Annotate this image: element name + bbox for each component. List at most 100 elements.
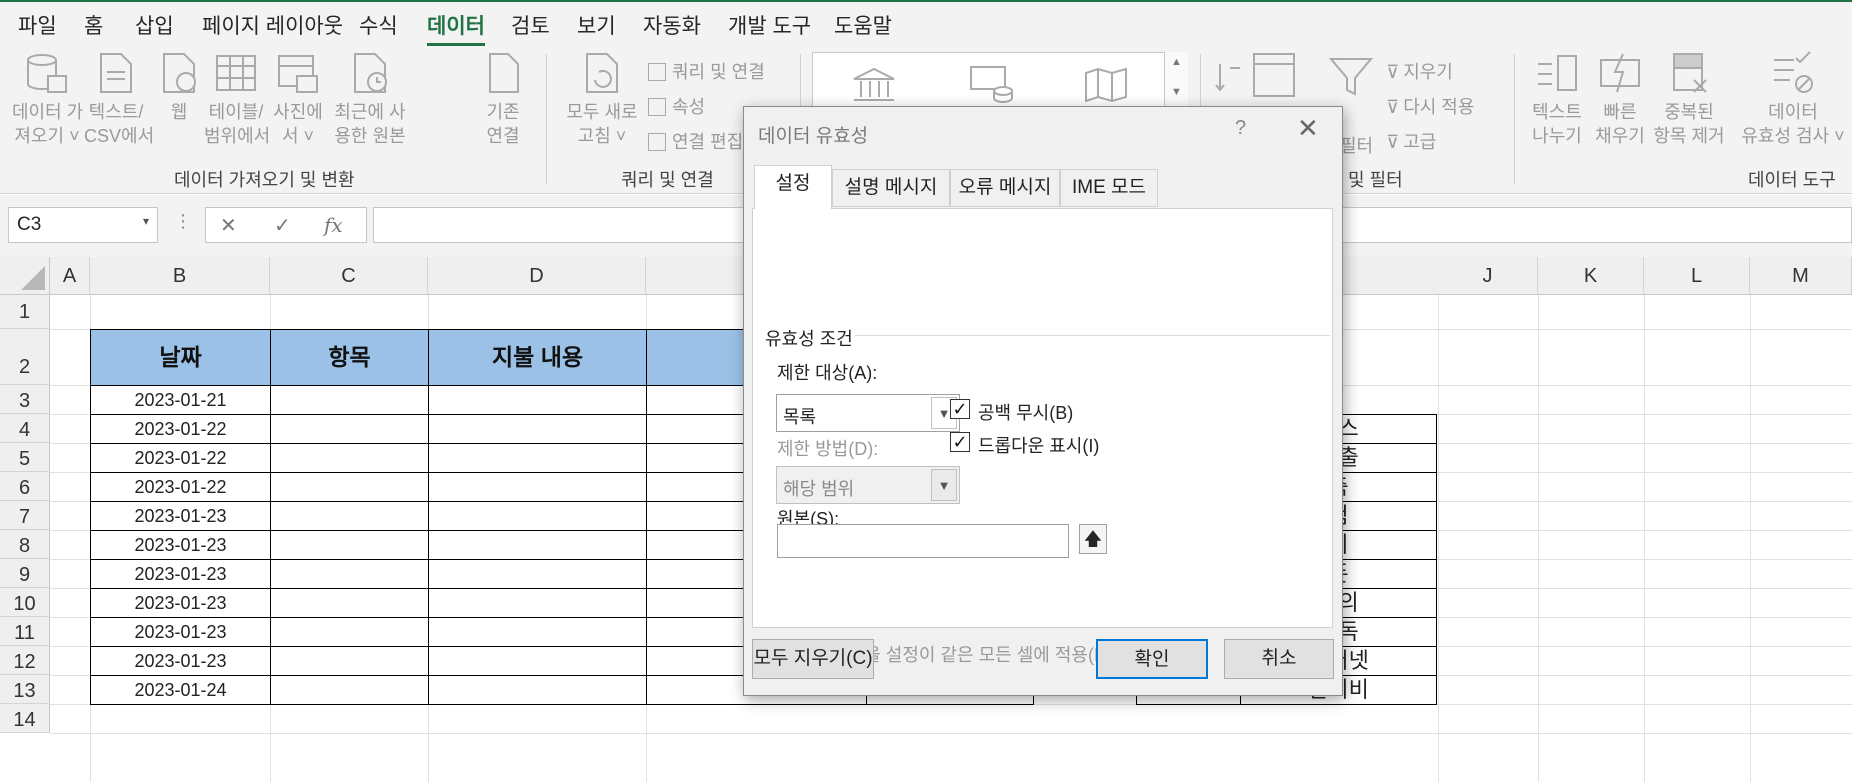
table-header-payment[interactable]: 지불 내용 (428, 329, 647, 386)
table-cell[interactable] (428, 646, 647, 676)
remove-duplicates-button[interactable]: 중복된 항목 제거 (1650, 50, 1728, 148)
tab-ime-mode[interactable]: IME 모드 (1060, 169, 1158, 207)
table-range-button[interactable]: 테이블/ 범위에서 (204, 50, 270, 148)
table-cell[interactable] (270, 559, 429, 589)
close-icon[interactable]: ✕ (1297, 113, 1319, 144)
table-cell[interactable] (428, 472, 647, 502)
queries-connections-button[interactable]: 쿼리 및 연결 (648, 58, 765, 84)
table-cell[interactable] (270, 646, 429, 676)
tab-home[interactable]: 홈 (84, 10, 103, 40)
date-cell[interactable]: 2023-01-22 (90, 472, 271, 502)
column-header[interactable]: C (270, 257, 428, 295)
row-header[interactable]: 10 (0, 588, 50, 617)
table-cell[interactable] (428, 414, 647, 444)
name-box[interactable]: C3 ▾ (8, 207, 158, 243)
resize-handle[interactable]: ⋮ (174, 211, 192, 232)
row-header[interactable]: 1 (0, 295, 50, 329)
date-cell[interactable]: 2023-01-22 (90, 414, 271, 444)
table-cell[interactable] (270, 675, 429, 705)
source-input[interactable] (777, 524, 1069, 558)
clear-all-button[interactable]: 모두 지우기(C) (752, 639, 874, 679)
clear-filter-button[interactable]: ⊽ 지우기 (1386, 58, 1453, 84)
text-csv-button[interactable]: 텍스트/ CSV에서 (84, 50, 154, 148)
table-cell[interactable] (270, 501, 429, 531)
date-cell[interactable]: 2023-01-23 (90, 588, 271, 618)
sort-icon[interactable] (1214, 60, 1244, 96)
tab-developer[interactable]: 개발 도구 (728, 10, 811, 40)
flash-fill-button[interactable]: 빠른 채우기 (1592, 50, 1648, 148)
recent-sources-button[interactable]: 최근에 사 용한 원본 (330, 50, 410, 148)
row-header[interactable]: 4 (0, 414, 50, 443)
tab-input-message[interactable]: 설명 메시지 (832, 169, 950, 207)
table-cell[interactable] (270, 588, 429, 618)
column-header[interactable]: B (90, 257, 270, 295)
column-header[interactable]: D (428, 257, 646, 295)
table-cell[interactable] (270, 472, 429, 502)
table-cell[interactable] (270, 617, 429, 647)
enter-icon[interactable]: ✓ (274, 213, 291, 238)
tab-review[interactable]: 검토 (511, 10, 550, 40)
table-cell[interactable] (428, 588, 647, 618)
row-header[interactable]: 9 (0, 559, 50, 588)
table-cell[interactable] (428, 443, 647, 473)
column-header[interactable]: L (1644, 257, 1750, 295)
row-header[interactable]: 2 (0, 329, 50, 385)
edit-links-button[interactable]: 연결 편집 (648, 128, 743, 154)
tab-settings[interactable]: 설정 (754, 165, 832, 209)
from-picture-button[interactable]: 사진에 서 ˅ (268, 50, 328, 148)
tab-file[interactable]: 파일 (18, 10, 57, 40)
date-cell[interactable]: 2023-01-23 (90, 559, 271, 589)
cancel-icon[interactable]: ✕ (220, 213, 237, 238)
table-cell[interactable] (428, 617, 647, 647)
table-cell[interactable] (428, 501, 647, 531)
allow-select[interactable]: 목록 ▼ (776, 394, 960, 432)
get-data-button[interactable]: 데이터 가 져오기 ˅ (12, 50, 83, 148)
tab-error-alert[interactable]: 오류 메시지 (950, 169, 1060, 207)
row-header[interactable]: 14 (0, 704, 50, 733)
table-cell[interactable] (270, 414, 429, 444)
tab-page-layout[interactable]: 페이지 레이아웃 (202, 10, 343, 40)
table-cell[interactable] (428, 385, 647, 415)
ignore-blank-checkbox[interactable]: ✓ (950, 399, 970, 419)
date-cell[interactable]: 2023-01-23 (90, 646, 271, 676)
existing-connections-button[interactable]: 기존 연결 (478, 50, 528, 148)
row-header[interactable]: 12 (0, 646, 50, 675)
dropdown-checkbox[interactable]: ✓ (950, 432, 970, 452)
data-select[interactable]: 해당 범위 ▼ (776, 466, 960, 504)
filter-icon[interactable] (1328, 56, 1374, 98)
insert-function-icon[interactable]: fx (324, 213, 343, 237)
date-cell[interactable]: 2023-01-23 (90, 617, 271, 647)
row-header[interactable]: 8 (0, 530, 50, 559)
column-header[interactable]: K (1538, 257, 1644, 295)
table-cell[interactable] (270, 385, 429, 415)
cancel-button[interactable]: 취소 (1224, 639, 1334, 679)
table-cell[interactable] (428, 530, 647, 560)
chevron-down-icon[interactable]: ▾ (143, 214, 149, 228)
properties-button[interactable]: 속성 (648, 93, 705, 119)
row-header[interactable]: 7 (0, 501, 50, 530)
date-cell[interactable]: 2023-01-21 (90, 385, 271, 415)
row-header[interactable]: 11 (0, 617, 50, 646)
collapse-dialog-button[interactable]: 🡅 (1079, 524, 1107, 554)
column-header[interactable]: A (50, 257, 90, 295)
data-validation-button[interactable]: 데이터 유효성 검사 ˅ (1734, 50, 1852, 148)
select-all-corner[interactable] (0, 257, 50, 295)
row-header[interactable]: 5 (0, 443, 50, 472)
tab-automate[interactable]: 자동화 (643, 10, 701, 40)
tab-view[interactable]: 보기 (577, 10, 616, 40)
tab-help[interactable]: 도움말 (834, 10, 892, 40)
help-icon[interactable]: ? (1235, 117, 1246, 140)
reapply-filter-button[interactable]: ⊽ 다시 적용 (1386, 93, 1474, 119)
row-header[interactable]: 13 (0, 675, 50, 704)
date-cell[interactable]: 2023-01-23 (90, 530, 271, 560)
tab-insert[interactable]: 삽입 (135, 10, 174, 40)
tab-data[interactable]: 데이터 (427, 10, 485, 46)
date-cell[interactable]: 2023-01-24 (90, 675, 271, 705)
advanced-filter-button[interactable]: ⊽ 고급 (1386, 128, 1436, 154)
row-header[interactable]: 6 (0, 472, 50, 501)
ok-button[interactable]: 확인 (1096, 639, 1208, 679)
table-header-item[interactable]: 항목 (270, 329, 429, 386)
date-cell[interactable]: 2023-01-23 (90, 501, 271, 531)
table-cell[interactable] (270, 530, 429, 560)
refresh-all-button[interactable]: 모두 새로 고침 ˅ (562, 50, 642, 148)
